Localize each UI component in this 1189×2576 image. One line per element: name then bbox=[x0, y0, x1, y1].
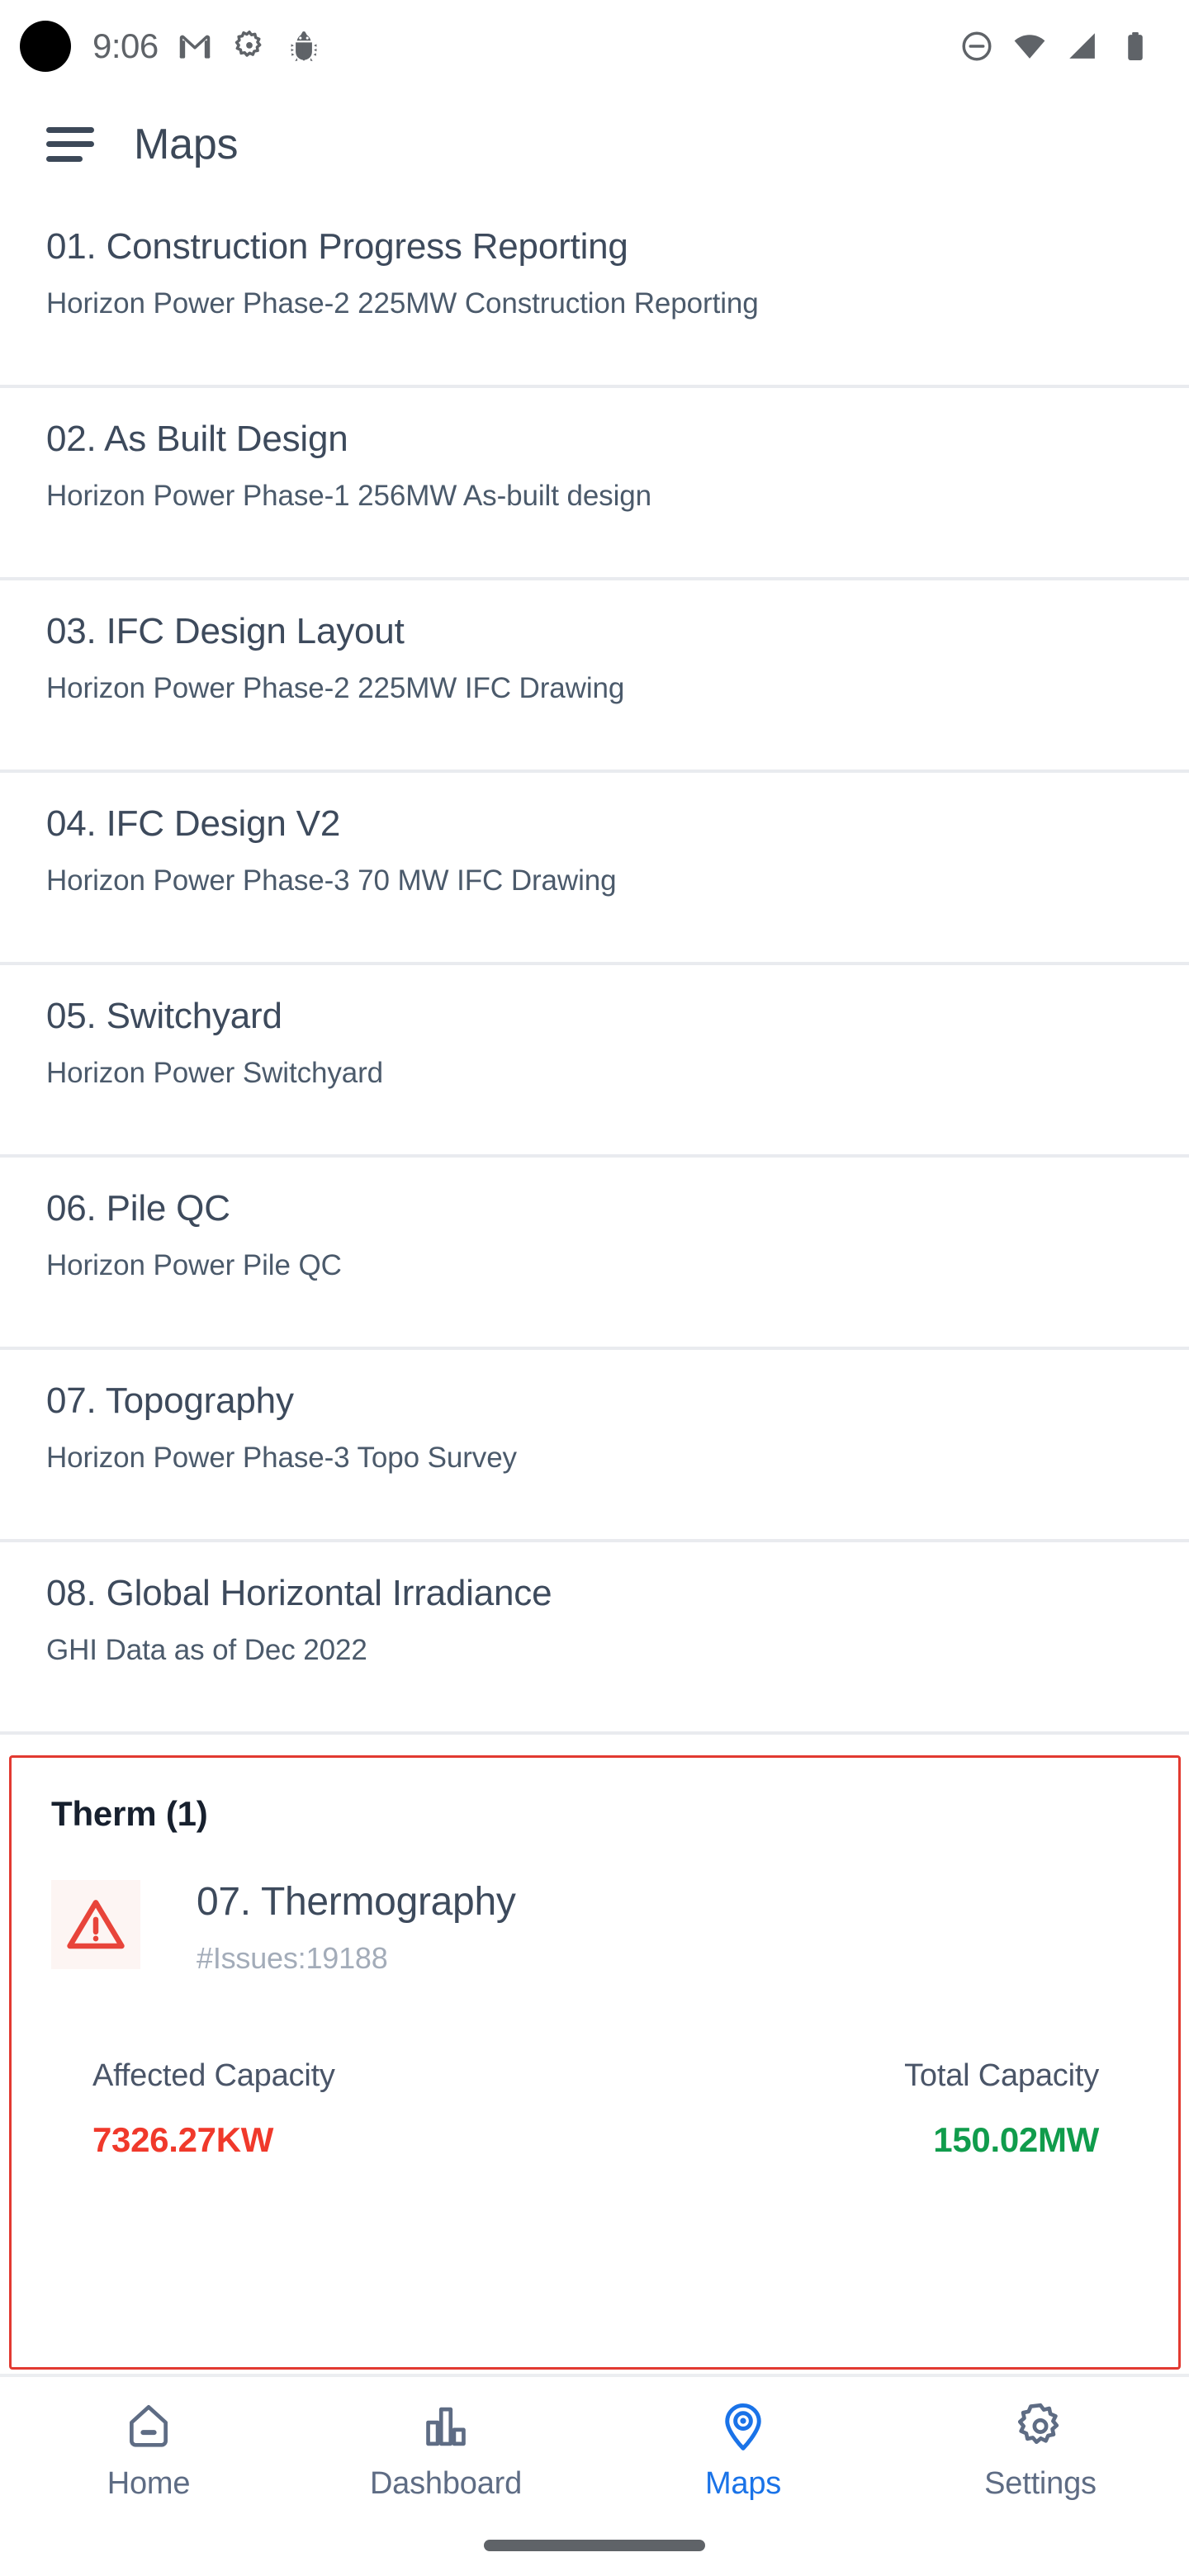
therm-card-row: 07. Thermography #Issues:19188 bbox=[51, 1880, 1139, 1976]
therm-card[interactable]: Therm (1) 07. Thermography #Issues:19188… bbox=[9, 1755, 1181, 2370]
list-item-subtitle: Horizon Power Switchyard bbox=[46, 1057, 384, 1090]
home-icon bbox=[121, 2397, 176, 2456]
list-item-subtitle: Horizon Power Pile QC bbox=[46, 1249, 342, 1282]
list-item-title: 04. IFC Design V2 bbox=[46, 803, 341, 844]
therm-card-issues: #Issues:19188 bbox=[197, 1941, 388, 1976]
list-item-subtitle: Horizon Power Phase-2 225MW IFC Drawing bbox=[46, 672, 625, 705]
bottom-navigation-bar: Home Dashboard Maps Settings bbox=[0, 2377, 1189, 2515]
nav-label-settings: Settings bbox=[984, 2466, 1097, 2501]
list-item[interactable]: 05. Switchyard Horizon Power Switchyard bbox=[0, 965, 1189, 1154]
nav-item-home[interactable]: Home bbox=[0, 2377, 297, 2515]
list-item[interactable]: 02. As Built Design Horizon Power Phase-… bbox=[0, 388, 1189, 577]
list-item[interactable]: 01. Construction Progress Reporting Hori… bbox=[0, 196, 1189, 385]
list-item-title: 08. Global Horizontal Irradiance bbox=[46, 1573, 552, 1613]
affected-capacity-block: Affected Capacity 7326.27KW bbox=[92, 2058, 335, 2160]
cellular-signal-icon bbox=[1065, 29, 1100, 64]
status-bar-left: 9:06 bbox=[20, 21, 322, 72]
list-item[interactable]: 04. IFC Design V2 Horizon Power Phase-3 … bbox=[0, 773, 1189, 962]
capacity-row: Affected Capacity 7326.27KW Total Capaci… bbox=[51, 2058, 1139, 2160]
list-item-title: 06. Pile QC bbox=[46, 1188, 230, 1229]
nav-item-maps[interactable]: Maps bbox=[594, 2377, 892, 2515]
list-item-title: 05. Switchyard bbox=[46, 996, 282, 1036]
hamburger-line-3 bbox=[46, 155, 83, 162]
status-bar-right bbox=[959, 29, 1161, 64]
map-list: 01. Construction Progress Reporting Hori… bbox=[0, 196, 1189, 1735]
wifi-icon bbox=[1012, 29, 1047, 64]
list-item-title: 03. IFC Design Layout bbox=[46, 611, 405, 651]
therm-card-text: 07. Thermography #Issues:19188 bbox=[197, 1880, 516, 1976]
nav-label-dashboard: Dashboard bbox=[369, 2466, 523, 2501]
total-capacity-value: 150.02MW bbox=[933, 2120, 1099, 2160]
hamburger-line-2 bbox=[46, 141, 94, 147]
battery-icon bbox=[1118, 29, 1153, 64]
do-not-disturb-icon bbox=[959, 29, 994, 64]
location-pin-icon bbox=[716, 2397, 770, 2456]
list-item[interactable]: 08. Global Horizontal Irradiance GHI Dat… bbox=[0, 1542, 1189, 1731]
status-bar-clock: 9:06 bbox=[92, 26, 159, 65]
list-item-title: 07. Topography bbox=[46, 1380, 294, 1421]
nav-item-dashboard[interactable]: Dashboard bbox=[297, 2377, 594, 2515]
therm-card-wrapper: Therm (1) 07. Thermography #Issues:19188… bbox=[9, 1755, 1181, 2370]
list-item-subtitle: GHI Data as of Dec 2022 bbox=[46, 1634, 367, 1667]
hamburger-line-1 bbox=[46, 126, 94, 133]
therm-card-heading: Therm (1) bbox=[51, 1794, 208, 1833]
gesture-navigation-bar[interactable] bbox=[484, 2540, 705, 2551]
app-bar: Maps bbox=[0, 92, 1189, 196]
list-item-title: 01. Construction Progress Reporting bbox=[46, 226, 628, 267]
status-bar: 9:06 bbox=[0, 0, 1189, 92]
affected-capacity-value: 7326.27KW bbox=[92, 2120, 274, 2160]
list-item-title: 02. As Built Design bbox=[46, 419, 348, 459]
warning-triangle-icon bbox=[51, 1880, 140, 1969]
list-item[interactable]: 03. IFC Design Layout Horizon Power Phas… bbox=[0, 580, 1189, 769]
nav-label-maps: Maps bbox=[704, 2466, 782, 2501]
page-title: Maps bbox=[134, 120, 239, 168]
list-item-subtitle: Horizon Power Phase-3 70 MW IFC Drawing bbox=[46, 864, 617, 897]
list-item[interactable]: 07. Topography Horizon Power Phase-3 Top… bbox=[0, 1350, 1189, 1539]
camera-cutout bbox=[20, 21, 71, 72]
total-capacity-label: Total Capacity bbox=[904, 2058, 1099, 2094]
bar-chart-icon bbox=[419, 2397, 473, 2456]
nav-label-home: Home bbox=[107, 2466, 191, 2501]
therm-card-title: 07. Thermography bbox=[197, 1880, 516, 1924]
android-bug-icon bbox=[286, 28, 322, 64]
nav-item-settings[interactable]: Settings bbox=[892, 2377, 1189, 2515]
list-item-subtitle: Horizon Power Phase-3 Topo Survey bbox=[46, 1442, 517, 1475]
list-separator bbox=[0, 1731, 1189, 1735]
list-item-subtitle: Horizon Power Phase-2 225MW Construction… bbox=[46, 287, 759, 320]
affected-capacity-label: Affected Capacity bbox=[92, 2058, 335, 2094]
hamburger-menu-icon[interactable] bbox=[46, 126, 94, 162]
list-item[interactable]: 06. Pile QC Horizon Power Pile QC bbox=[0, 1158, 1189, 1347]
gmail-icon bbox=[177, 28, 213, 64]
gear-icon bbox=[231, 28, 268, 64]
list-item-subtitle: Horizon Power Phase-1 256MW As-built des… bbox=[46, 480, 651, 513]
total-capacity-block: Total Capacity 150.02MW bbox=[904, 2058, 1099, 2160]
gear-icon bbox=[1013, 2397, 1068, 2456]
